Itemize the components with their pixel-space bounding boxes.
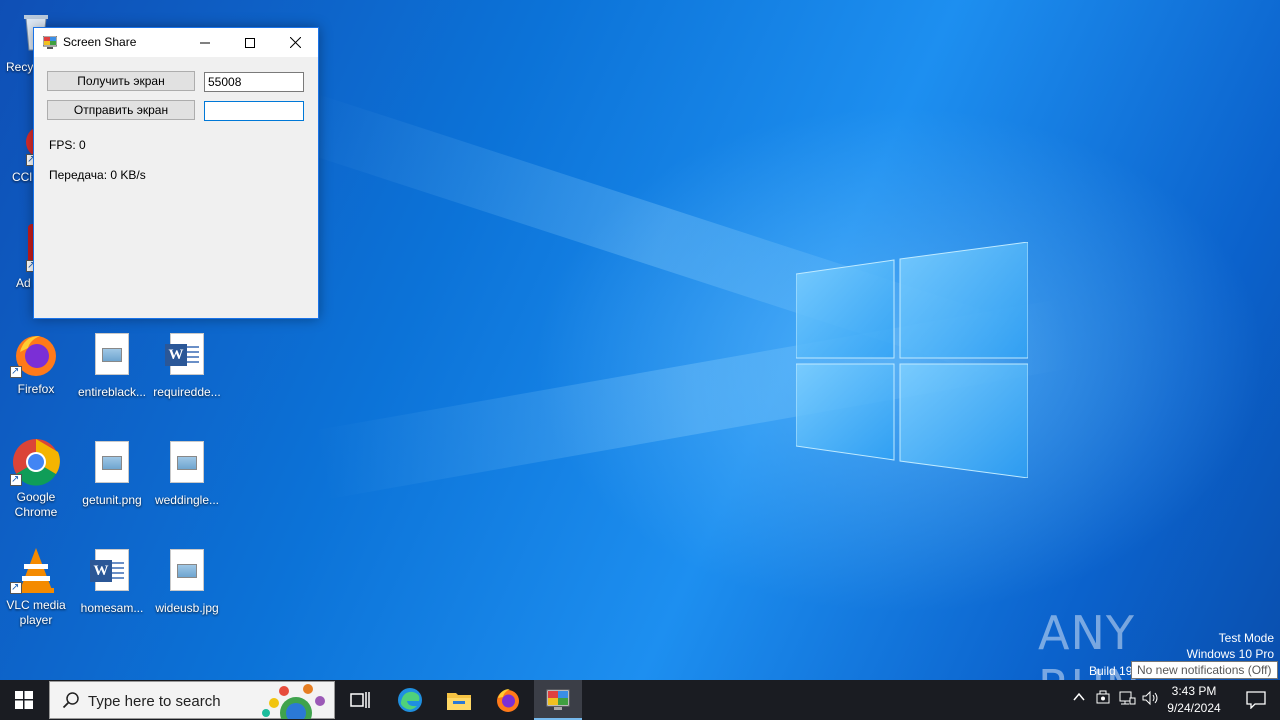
desktop-icon-label: entireblack... (77, 385, 147, 399)
desktop-icon-label: getunit.png (82, 493, 142, 507)
edge-icon (398, 688, 422, 712)
desktop-icon-label: VLC media player (6, 598, 66, 627)
transfer-rate-label: Передача: 0 KB/s (49, 168, 146, 182)
minimize-icon (199, 42, 210, 43)
build-line: Build 19 (1089, 664, 1133, 678)
maximize-button[interactable] (227, 28, 272, 57)
search-placeholder: Type here to search (88, 693, 221, 710)
desktop-icon-file[interactable]: getunit.png (74, 438, 150, 508)
send-address-input[interactable] (204, 101, 304, 121)
desktop-icon-label: Google Chrome (14, 490, 58, 519)
window-title: Screen Share (63, 35, 137, 49)
notification-tooltip: No new notifications (Off) (1131, 661, 1278, 679)
windows-start-icon (15, 691, 33, 709)
edition-line: Windows 10 Pro (1186, 647, 1274, 661)
desktop-icon-chrome[interactable]: Google Chrome (0, 438, 74, 520)
search-icon (62, 692, 79, 709)
desktop-icon-firefox[interactable]: Firefox (0, 330, 74, 397)
clock-time: 3:43 PM (1171, 684, 1217, 698)
clock-date: 9/24/2024 (1167, 701, 1221, 715)
image-file-icon (95, 441, 129, 483)
desktop-icon-label: Firefox (17, 382, 55, 396)
taskbar-clock[interactable]: 3:43 PM 9/24/2024 (1162, 683, 1226, 717)
desktop-icon-file[interactable]: wideusb.jpg (149, 546, 225, 616)
desktop-icon-file[interactable]: entireblack... (74, 330, 150, 400)
port-input[interactable]: 55008 (204, 72, 304, 92)
taskbar-search-box[interactable]: Type here to search (49, 681, 335, 719)
taskbar-firefox-button[interactable] (484, 680, 532, 720)
vlc-icon (10, 546, 60, 595)
close-button[interactable] (273, 28, 318, 57)
show-hidden-icons-chevron-icon[interactable] (1070, 690, 1088, 708)
desktop-icon-vlc[interactable]: VLC media player (0, 546, 74, 628)
test-mode-line: Test Mode (1218, 631, 1274, 645)
network-icon[interactable] (1118, 690, 1136, 708)
maximize-icon (244, 37, 255, 48)
screen-share-window: Screen Share Получить экран 55008 Отправ… (33, 27, 319, 319)
tray-device-icon[interactable] (1094, 690, 1112, 708)
send-screen-button[interactable]: Отправить экран (47, 100, 195, 120)
chrome-icon (10, 438, 60, 487)
receive-screen-button[interactable]: Получить экран (47, 71, 195, 91)
firefox-icon (497, 689, 519, 712)
taskbar: Type here to search (0, 680, 1280, 720)
taskbar-screen-share-button[interactable] (534, 680, 582, 720)
action-center-button[interactable] (1232, 680, 1280, 720)
image-file-icon (95, 333, 129, 375)
start-button[interactable] (0, 680, 48, 720)
shortcut-arrow-icon (10, 472, 22, 487)
search-highlight-art-icon (262, 684, 325, 719)
desktop-icon-label: wideusb.jpg (155, 601, 219, 615)
desktop-icon-file[interactable]: W requiredde... (149, 330, 225, 400)
close-icon (290, 37, 301, 48)
taskbar-edge-button[interactable] (386, 680, 434, 720)
test-mode-text: Test Mode Windows 10 Pro (1187, 630, 1274, 662)
folder-icon (447, 693, 471, 710)
desktop-icon-label: weddingle... (154, 493, 220, 507)
task-view-icon (350, 692, 370, 708)
desktop-icon-label: homesam... (80, 601, 144, 615)
desktop-icon-label: requiredde... (153, 385, 221, 399)
desktop-icon-file[interactable]: weddingle... (149, 438, 225, 508)
word-document-icon: W (165, 333, 204, 375)
app-icon (42, 35, 58, 49)
volume-icon[interactable] (1142, 690, 1160, 708)
notification-icon (1246, 691, 1266, 709)
image-file-icon (170, 441, 204, 483)
shortcut-arrow-icon (10, 364, 22, 379)
word-document-icon: W (90, 549, 129, 591)
windows-logo-wallpaper (795, 241, 1029, 479)
task-view-button[interactable] (336, 680, 384, 720)
firefox-icon (10, 330, 60, 379)
shortcut-arrow-icon (10, 580, 22, 595)
taskbar-file-explorer-button[interactable] (435, 680, 483, 720)
fps-label: FPS: 0 (49, 138, 86, 152)
title-bar[interactable]: Screen Share (34, 28, 318, 57)
desktop-icon-file[interactable]: W homesam... (74, 546, 150, 616)
image-file-icon (170, 549, 204, 591)
minimize-button[interactable] (182, 28, 227, 57)
screen-share-app-icon (546, 689, 570, 710)
